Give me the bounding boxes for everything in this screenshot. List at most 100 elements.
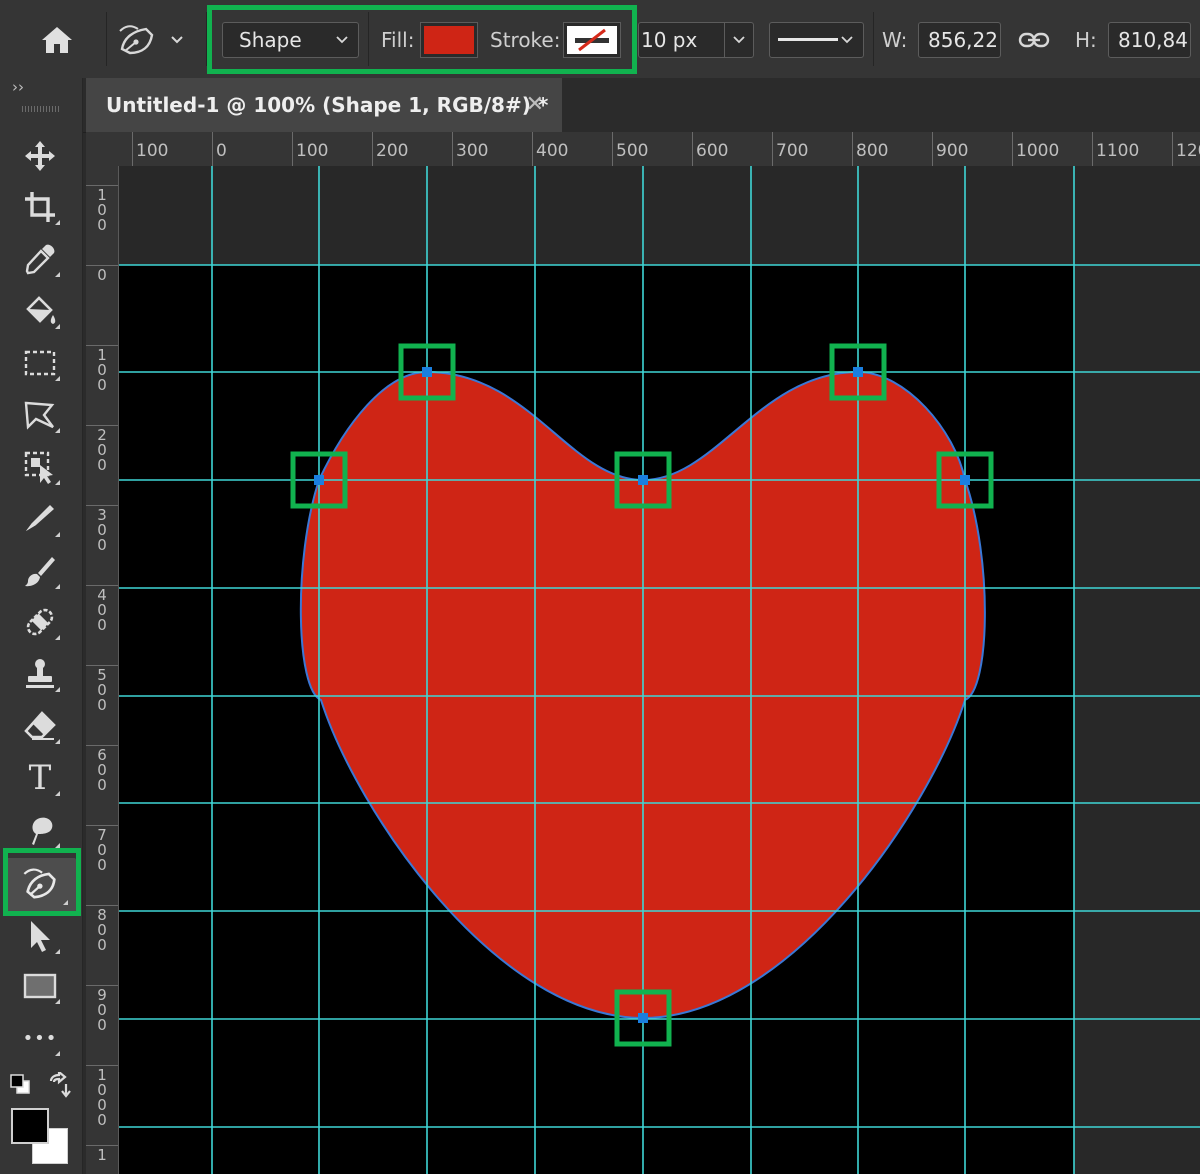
- no-stroke-icon: [567, 26, 617, 54]
- mode-value: Shape: [239, 28, 302, 52]
- arrow-icon: [31, 921, 50, 952]
- chevron-down-icon: [733, 36, 745, 44]
- move-tool[interactable]: [14, 134, 66, 178]
- bandage-icon: [26, 608, 54, 636]
- separator: [873, 12, 874, 66]
- brush-tool[interactable]: [14, 549, 66, 593]
- swap-colors-button[interactable]: [46, 1069, 72, 1102]
- path-selection-tool[interactable]: [14, 914, 66, 958]
- ruler-tick: [212, 132, 213, 166]
- highlight-box: [3, 848, 81, 916]
- solid-line-icon: [778, 38, 838, 41]
- ruler-label: 200: [97, 426, 107, 474]
- paint-bucket-icon: [26, 296, 56, 324]
- ruler-tick: [692, 132, 693, 166]
- flyout-indicator: [55, 272, 60, 277]
- flyout-indicator: [55, 999, 60, 1004]
- stroke-width-select[interactable]: 10 px: [638, 22, 754, 58]
- default-colors-icon: [10, 1074, 30, 1094]
- width-field[interactable]: 856,22: [918, 22, 1001, 58]
- foreground-color-swatch[interactable]: [11, 1108, 49, 1144]
- tools-panel: ›› T •••: [0, 78, 83, 1174]
- smudge-tool[interactable]: [14, 808, 66, 852]
- rectangular-marquee-tool[interactable]: [14, 341, 66, 385]
- ruler-label: 0: [216, 141, 227, 161]
- flyout-indicator: [55, 635, 60, 640]
- collapse-panel-button[interactable]: ››: [12, 78, 24, 96]
- eraser-icon: [24, 711, 56, 740]
- stroke-width-dropdown[interactable]: [724, 23, 753, 57]
- flyout-indicator: [55, 687, 60, 692]
- ruler-label: 200: [376, 141, 409, 161]
- ruler-label: 1000: [97, 1066, 107, 1129]
- home-icon: [42, 27, 72, 53]
- ruler-tick: [612, 132, 613, 166]
- ruler-label: 100: [97, 346, 107, 394]
- more-tools[interactable]: •••: [14, 1016, 66, 1060]
- document-canvas[interactable]: [119, 265, 1074, 1174]
- default-colors-button[interactable]: [8, 1072, 32, 1100]
- home-button[interactable]: [22, 18, 92, 62]
- close-icon[interactable]: ✕: [526, 92, 544, 117]
- ruler-label: 100: [136, 141, 169, 161]
- object-selection-tool[interactable]: [14, 445, 66, 489]
- rectangle-tool[interactable]: [14, 964, 66, 1008]
- link-dimensions-button[interactable]: [1018, 28, 1050, 56]
- stroke-type-select[interactable]: [769, 22, 864, 58]
- eyedropper-tool[interactable]: [14, 237, 66, 281]
- ruler-label: 700: [776, 141, 809, 161]
- curvature-pen-icon: [119, 25, 154, 55]
- flyout-indicator: [55, 1051, 60, 1056]
- smudge-icon: [32, 817, 53, 845]
- ruler-label: 120: [1176, 141, 1200, 161]
- document-tab[interactable]: Untitled-1 @ 100% (Shape 1, RGB/8#) * ✕: [86, 78, 562, 132]
- separator: [368, 12, 369, 66]
- healing-icon: [26, 505, 54, 531]
- ruler-tick: [1012, 132, 1013, 166]
- ruler-tick: [932, 132, 933, 166]
- ruler-origin[interactable]: [86, 132, 118, 166]
- panel-grip[interactable]: [22, 106, 60, 112]
- flyout-indicator: [55, 324, 60, 329]
- crop-tool[interactable]: [14, 185, 66, 229]
- link-icon: [1018, 32, 1050, 48]
- stroke-swatch[interactable]: [563, 22, 621, 58]
- document-title: Untitled-1 @ 100% (Shape 1, RGB/8#) *: [106, 93, 549, 117]
- ruler-label: 300: [97, 506, 107, 554]
- flyout-indicator: [55, 428, 60, 433]
- flyout-indicator: [55, 480, 60, 485]
- paint-bucket-tool[interactable]: [14, 289, 66, 333]
- object-selection-icon: [24, 451, 53, 484]
- ruler-label: 700: [97, 826, 107, 874]
- type-icon: T: [28, 758, 52, 798]
- flyout-indicator: [55, 584, 60, 589]
- ruler-label: 400: [536, 141, 569, 161]
- ruler-label: 1000: [1016, 141, 1060, 161]
- ruler-label: 400: [97, 586, 107, 634]
- mode-select[interactable]: Shape: [222, 22, 359, 58]
- healing-tool[interactable]: [14, 497, 66, 541]
- ellipsis-icon: •••: [22, 1027, 58, 1049]
- horizontal-ruler[interactable]: 100 0 100 200 300 400 500 600 700 800 900 1000 1100 1…: [118, 132, 1200, 167]
- ruler-label: 100: [296, 141, 329, 161]
- ruler-label: 500: [616, 141, 649, 161]
- stroke-label: Stroke:: [490, 28, 561, 52]
- ruler-tick: [772, 132, 773, 166]
- clone-stamp-tool[interactable]: [14, 652, 66, 696]
- eyedropper-icon: [25, 244, 55, 275]
- type-tool[interactable]: T: [14, 756, 66, 800]
- marquee-icon: [24, 350, 56, 376]
- tool-preset-picker[interactable]: [116, 20, 202, 60]
- flyout-indicator: [55, 949, 60, 954]
- ruler-tick: [452, 132, 453, 166]
- flyout-indicator: [55, 739, 60, 744]
- spot-healing-tool[interactable]: [14, 600, 66, 644]
- crop-icon: [25, 192, 55, 222]
- height-field[interactable]: 810,84: [1108, 22, 1191, 58]
- eraser-tool[interactable]: [14, 704, 66, 748]
- chevron-down-icon: [336, 36, 348, 44]
- ruler-label: 600: [696, 141, 729, 161]
- ruler-label: 900: [97, 986, 107, 1034]
- lasso-tool[interactable]: [14, 393, 66, 437]
- fill-swatch[interactable]: [420, 22, 478, 58]
